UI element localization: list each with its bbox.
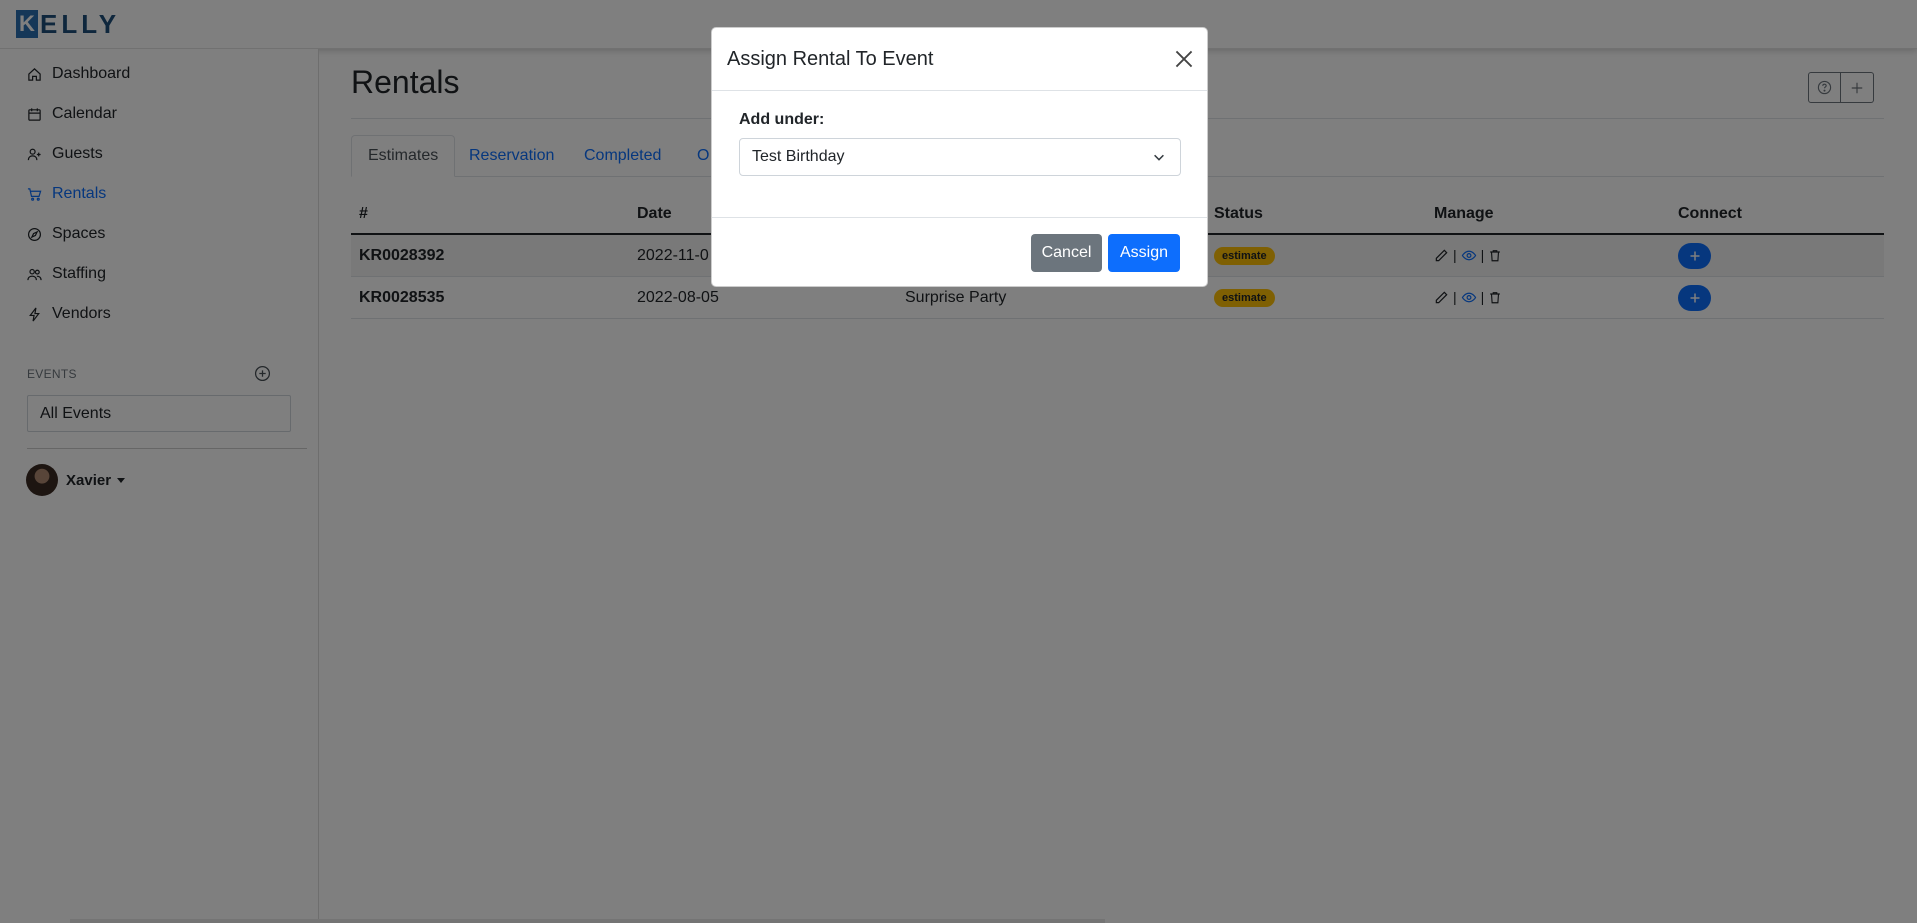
chevron-down-icon <box>1154 154 1164 161</box>
assign-button[interactable]: Assign <box>1108 234 1180 272</box>
cancel-button[interactable]: Cancel <box>1031 234 1102 272</box>
close-icon[interactable] <box>1173 48 1195 70</box>
event-select-value: Test Birthday <box>752 148 845 165</box>
modal-title: Assign Rental To Event <box>727 48 934 70</box>
event-select[interactable]: Test Birthday <box>739 138 1181 176</box>
assign-rental-modal: Assign Rental To Event Add under: Test B… <box>711 27 1208 287</box>
modal-footer-divider <box>712 217 1207 218</box>
modal-header: Assign Rental To Event <box>712 28 1207 91</box>
add-under-label: Add under: <box>739 111 825 128</box>
